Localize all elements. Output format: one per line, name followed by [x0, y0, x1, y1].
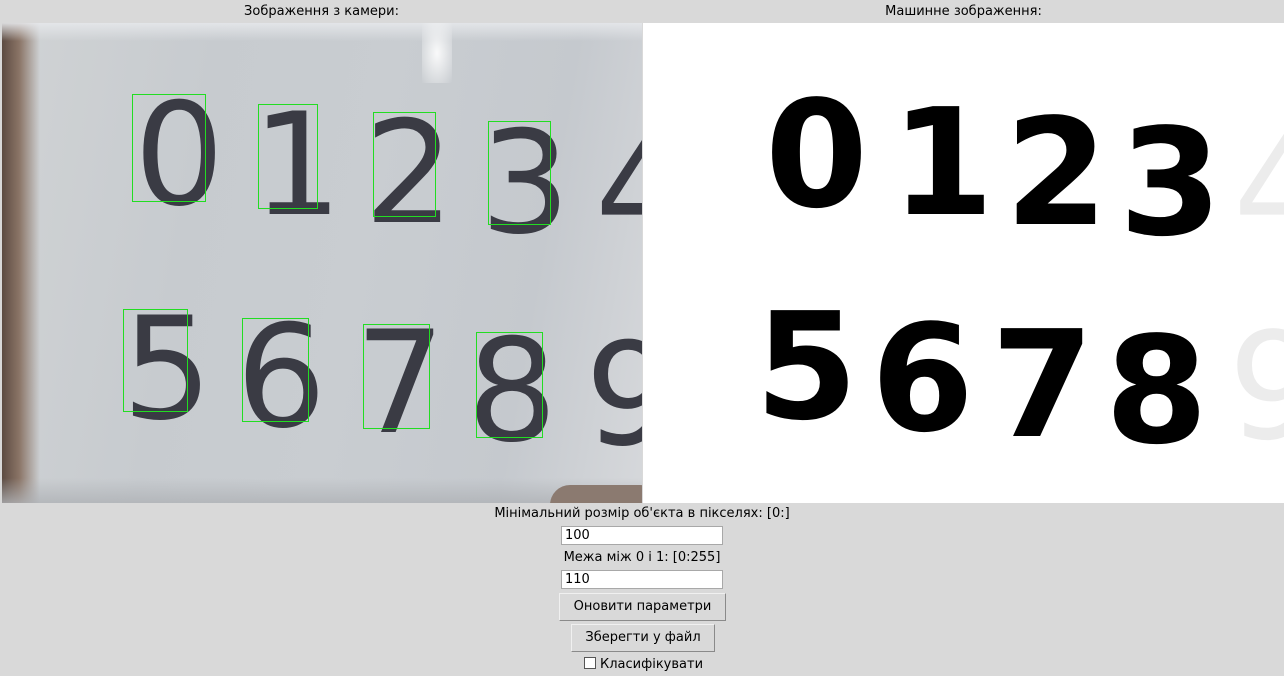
camera-glare — [422, 23, 452, 83]
machine-digit-3: 3 — [1119, 97, 1222, 269]
camera-top-light — [2, 23, 642, 41]
detection-box — [488, 121, 551, 225]
machine-image: 4 9 0 1 2 3 5 6 7 8 — [643, 23, 1284, 503]
camera-digit-4: 4 — [595, 108, 642, 273]
detection-box — [373, 112, 436, 217]
save-to-file-button[interactable]: Зберегти у файл — [571, 624, 715, 652]
machine-digit-8: 8 — [1105, 305, 1208, 477]
detection-box — [123, 309, 188, 412]
machine-digit-2: 2 — [1005, 87, 1108, 259]
detection-box — [242, 318, 309, 422]
machine-digit-1: 1 — [891, 77, 994, 249]
camera-digit-9: 9 — [585, 313, 642, 478]
detection-box — [476, 332, 543, 438]
machine-digit-5: 5 — [755, 281, 858, 453]
classify-checkbox-row[interactable]: Класифікувати — [584, 657, 703, 673]
min-size-input[interactable] — [561, 526, 723, 545]
finger-shape — [550, 485, 642, 503]
machine-digit-6: 6 — [871, 293, 974, 465]
machine-ghost-digit-4: 4 — [1233, 103, 1284, 275]
classify-label: Класифікувати — [600, 657, 704, 672]
machine-ghost-digit-9: 9 — [1228, 301, 1284, 473]
threshold-input[interactable] — [561, 570, 723, 589]
min-size-label: Мінімальний розмір об'єкта в пікселях: [… — [494, 506, 790, 521]
camera-image-label: Зображення з камери: — [244, 4, 399, 19]
update-parameters-button[interactable]: Оновити параметри — [559, 593, 726, 621]
threshold-label: Межа між 0 і 1: [0:255] — [563, 550, 721, 565]
detection-box — [363, 324, 430, 429]
detection-box — [258, 104, 318, 209]
classify-checkbox[interactable] — [584, 657, 596, 669]
camera-image: 0 1 2 3 4 5 6 7 8 9 — [2, 23, 642, 503]
machine-digit-7: 7 — [991, 299, 1094, 471]
camera-bottom-shadow — [2, 478, 642, 503]
machine-digit-0: 0 — [765, 69, 868, 241]
camera-edge-shadow — [2, 23, 40, 503]
detection-box — [132, 94, 206, 202]
machine-image-label: Машинне зображення: — [885, 4, 1042, 19]
